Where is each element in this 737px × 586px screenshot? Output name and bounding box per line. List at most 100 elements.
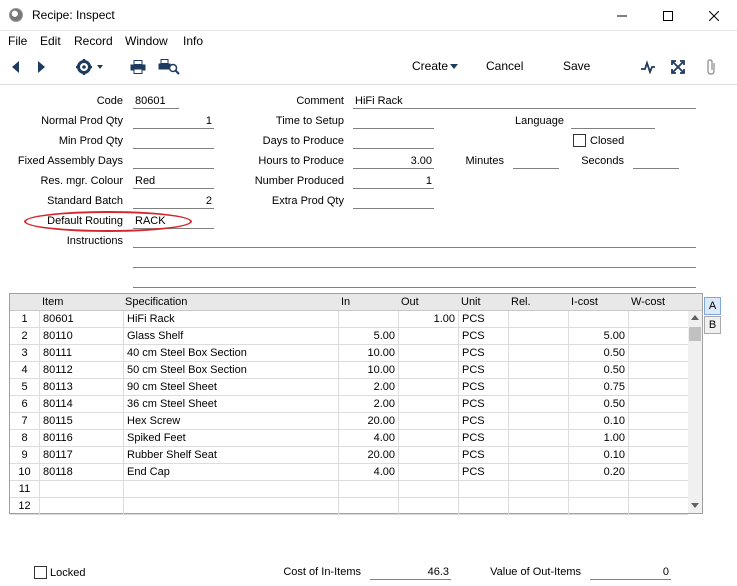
hours-to-produce-field[interactable]: 3.00	[353, 154, 434, 169]
instructions-line-1[interactable]	[133, 233, 696, 248]
cell-out[interactable]	[398, 447, 458, 464]
cell-in[interactable]: 4.00	[338, 430, 398, 447]
cell-unit[interactable]: PCS	[458, 311, 508, 328]
cell-wcost[interactable]	[628, 328, 688, 345]
cell-out[interactable]	[398, 345, 458, 362]
col-out-header[interactable]: Out	[401, 296, 419, 308]
table-row[interactable]: 7 80115 Hex Screw 20.00 PCS 0.10	[10, 413, 688, 430]
cell-out[interactable]	[398, 328, 458, 345]
cell-out[interactable]	[398, 413, 458, 430]
comment-field[interactable]: HiFi Rack	[353, 94, 696, 109]
save-button[interactable]: Save	[563, 59, 590, 73]
cell-wcost[interactable]	[628, 413, 688, 430]
table-row[interactable]: 4 80112 50 cm Steel Box Section 10.00 PCS 0.5…	[10, 362, 688, 379]
cell-rel[interactable]	[508, 379, 568, 396]
time-to-setup-field[interactable]	[353, 114, 434, 129]
minutes-field[interactable]	[513, 154, 559, 169]
cell-unit[interactable]: PCS	[458, 413, 508, 430]
cell-icost[interactable]: 0.20	[568, 464, 628, 481]
cell-in[interactable]: 2.00	[338, 379, 398, 396]
cell-specification[interactable]: 40 cm Steel Box Section	[123, 345, 338, 362]
table-row[interactable]: 3 80111 40 cm Steel Box Section 10.00 PCS 0.5…	[10, 345, 688, 362]
cell-in[interactable]	[338, 311, 398, 328]
cell-icost[interactable]	[568, 481, 628, 498]
cell-rel[interactable]	[508, 430, 568, 447]
cell-item[interactable]: 80111	[39, 345, 123, 362]
cell-rel[interactable]	[508, 413, 568, 430]
cell-in[interactable]: 5.00	[338, 328, 398, 345]
menu-record[interactable]: Record	[74, 34, 113, 48]
instructions-line-3[interactable]	[133, 273, 696, 288]
cell-unit[interactable]	[458, 481, 508, 498]
cell-rel[interactable]	[508, 464, 568, 481]
cell-specification[interactable]: Glass Shelf	[123, 328, 338, 345]
table-row[interactable]: 6 80114 36 cm Steel Sheet 2.00 PCS 0.50	[10, 396, 688, 413]
cell-icost[interactable]: 1.00	[568, 430, 628, 447]
cell-in[interactable]: 2.00	[338, 396, 398, 413]
menu-edit[interactable]: Edit	[40, 34, 61, 48]
cell-specification[interactable]: 90 cm Steel Sheet	[123, 379, 338, 396]
cell-specification[interactable]: 50 cm Steel Box Section	[123, 362, 338, 379]
cell-rel[interactable]	[508, 498, 568, 515]
cell-item[interactable]	[39, 498, 123, 515]
cell-rel[interactable]	[508, 328, 568, 345]
cell-in[interactable]	[338, 481, 398, 498]
cell-in[interactable]: 10.00	[338, 362, 398, 379]
cell-in[interactable]	[338, 498, 398, 515]
cell-in[interactable]: 20.00	[338, 413, 398, 430]
cell-specification[interactable]: HiFi Rack	[123, 311, 338, 328]
next-record-icon[interactable]	[37, 60, 47, 74]
cell-icost[interactable]: 0.10	[568, 447, 628, 464]
cancel-button[interactable]: Cancel	[486, 59, 523, 73]
expand-icon[interactable]	[671, 60, 685, 74]
table-row[interactable]: 8 80116 Spiked Feet 4.00 PCS 1.00	[10, 430, 688, 447]
cell-out[interactable]	[398, 481, 458, 498]
cell-rel[interactable]	[508, 311, 568, 328]
cell-wcost[interactable]	[628, 481, 688, 498]
cell-wcost[interactable]	[628, 447, 688, 464]
grid-tab-b[interactable]: B	[704, 316, 721, 334]
normal-prod-qty-field[interactable]: 1	[133, 114, 214, 129]
cell-unit[interactable]: PCS	[458, 379, 508, 396]
cell-item[interactable]: 80116	[39, 430, 123, 447]
standard-batch-field[interactable]: 2	[133, 194, 214, 209]
menu-window[interactable]: Window	[125, 34, 168, 48]
col-icost-header[interactable]: I-cost	[571, 296, 598, 308]
cell-specification[interactable]: Spiked Feet	[123, 430, 338, 447]
seconds-field[interactable]	[633, 154, 679, 169]
cell-out[interactable]	[398, 430, 458, 447]
cell-unit[interactable]: PCS	[458, 328, 508, 345]
cell-item[interactable]: 80114	[39, 396, 123, 413]
cell-item[interactable]	[39, 481, 123, 498]
cell-wcost[interactable]	[628, 362, 688, 379]
table-row[interactable]: 9 80117 Rubber Shelf Seat 20.00 PCS 0.10	[10, 447, 688, 464]
cell-rel[interactable]	[508, 362, 568, 379]
locked-checkbox[interactable]	[34, 566, 47, 579]
cell-item[interactable]: 80110	[39, 328, 123, 345]
print-icon[interactable]	[130, 60, 146, 74]
cell-icost[interactable]: 0.50	[568, 345, 628, 362]
cell-unit[interactable]: PCS	[458, 345, 508, 362]
cell-wcost[interactable]	[628, 430, 688, 447]
cell-icost[interactable]	[568, 498, 628, 515]
extra-prod-qty-field[interactable]	[353, 194, 434, 209]
cell-specification[interactable]: End Cap	[123, 464, 338, 481]
days-to-produce-field[interactable]	[353, 134, 434, 149]
cell-unit[interactable]: PCS	[458, 396, 508, 413]
table-row[interactable]: 5 80113 90 cm Steel Sheet 2.00 PCS 0.75	[10, 379, 688, 396]
cell-out[interactable]	[398, 379, 458, 396]
cell-specification[interactable]: Hex Screw	[123, 413, 338, 430]
cell-specification[interactable]	[123, 481, 338, 498]
cell-in[interactable]: 10.00	[338, 345, 398, 362]
col-rel-header[interactable]: Rel.	[511, 296, 531, 308]
fixed-assembly-days-field[interactable]	[133, 154, 214, 169]
number-produced-field[interactable]: 1	[353, 174, 434, 189]
cell-rel[interactable]	[508, 345, 568, 362]
cell-unit[interactable]: PCS	[458, 464, 508, 481]
minimize-button[interactable]	[599, 0, 645, 31]
table-row[interactable]: 1 80601 HiFi Rack 1.00 PCS	[10, 311, 688, 328]
cell-unit[interactable]: PCS	[458, 362, 508, 379]
table-row[interactable]: 10 80118 End Cap 4.00 PCS 0.20	[10, 464, 688, 481]
cell-wcost[interactable]	[628, 379, 688, 396]
cell-icost[interactable]: 0.50	[568, 362, 628, 379]
